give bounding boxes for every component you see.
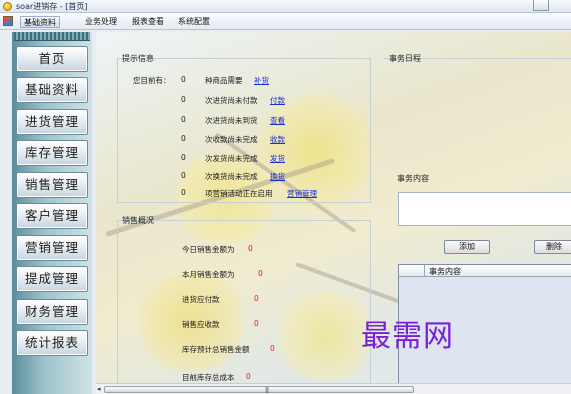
sidebar: 首页 基础资料 进货管理 库存管理 销售管理 客户管理 营销管理 提成管理 财务… — [12, 32, 92, 394]
tip-count: 0 — [181, 134, 186, 143]
sales-label: 库存预计总销售金额 — [182, 345, 250, 354]
sidebar-item-basic-data[interactable]: 基础资料 — [16, 77, 88, 103]
tips-lead-text: 您目前有： — [133, 76, 171, 85]
sidebar-item-customers[interactable]: 客户管理 — [16, 203, 88, 229]
grid-row-selector[interactable] — [399, 265, 425, 277]
sales-value: 0 — [254, 294, 259, 303]
sales-label: 目前库存总成本 — [182, 373, 235, 382]
tip-text: 项营销活动正在启用 — [205, 189, 273, 198]
tips-group-title: 提示信息 — [122, 54, 154, 63]
app-logo-icon — [3, 2, 12, 11]
tip-link-pay[interactable]: 付款 — [270, 95, 285, 106]
sidebar-item-home[interactable]: 首页 — [16, 46, 88, 72]
scroll-left-icon[interactable]: ◂ — [97, 385, 101, 393]
tip-link-collect[interactable]: 收款 — [270, 134, 285, 145]
sidebar-item-purchase[interactable]: 进货管理 — [16, 109, 88, 135]
tip-count: 0 — [181, 188, 186, 197]
sales-label: 进货应付款 — [182, 295, 220, 304]
tip-text: 次进货尚未到货 — [205, 116, 258, 125]
tip-text: 次发货尚未完成 — [205, 154, 258, 163]
scrollbar-thumb[interactable]: ||| — [104, 386, 414, 394]
sidebar-top-strip — [14, 32, 90, 41]
sidebar-item-inventory[interactable]: 库存管理 — [16, 140, 88, 166]
sales-label: 本月销售金额为 — [182, 270, 235, 279]
sales-group-box — [117, 220, 371, 385]
horizontal-scrollbar[interactable]: ◂ ||| — [96, 383, 571, 394]
tip-count: 0 — [181, 95, 186, 104]
sales-group-title: 销售概况 — [122, 216, 154, 225]
menu-reports[interactable]: 报表查看 — [129, 16, 167, 28]
add-event-button[interactable]: 添加 — [444, 240, 490, 254]
events-grid-header: 事务内容 — [399, 265, 571, 277]
delete-event-button[interactable]: 删除 — [534, 240, 571, 254]
title-bar: soar进销存 - [首页] — [0, 0, 571, 13]
tip-link-marketing[interactable]: 营销管理 — [287, 188, 317, 199]
sales-value: 0 — [254, 319, 259, 328]
tip-text: 种商品需要 — [205, 76, 243, 85]
sidebar-item-statistics[interactable]: 统计报表 — [16, 330, 88, 356]
tip-link-view[interactable]: 查看 — [270, 115, 285, 126]
tip-count: 0 — [181, 75, 186, 84]
main-panel: 提示信息 您目前有： 0 种商品需要 补货 0 次进货尚未付款 付款 0 次进货… — [96, 32, 571, 394]
tip-link-ship[interactable]: 发货 — [270, 153, 285, 164]
app-menu-icon[interactable] — [3, 16, 13, 26]
tip-text: 次收款尚未完成 — [205, 135, 258, 144]
window-title: soar进销存 - [首页] — [16, 2, 88, 11]
tip-count: 0 — [181, 115, 186, 124]
sales-label: 销售应收款 — [182, 320, 220, 329]
event-content-input[interactable] — [398, 192, 571, 226]
grid-column-header[interactable]: 事务内容 — [429, 266, 461, 277]
menu-basic-data[interactable]: 基础资料 — [20, 16, 60, 28]
sales-value: 0 — [248, 244, 253, 253]
tip-link-exchange[interactable]: 换货 — [270, 171, 285, 182]
sales-value: 0 — [246, 372, 251, 381]
tip-count: 0 — [181, 153, 186, 162]
sidebar-item-commission[interactable]: 提成管理 — [16, 266, 88, 292]
events-group-title: 事务日程 — [389, 54, 421, 63]
sidebar-item-finance[interactable]: 财务管理 — [16, 299, 88, 325]
menu-business[interactable]: 业务处理 — [82, 16, 120, 28]
sidebar-item-sales[interactable]: 销售管理 — [16, 172, 88, 198]
tip-text: 次换货尚未完成 — [205, 172, 258, 181]
sales-label: 今日销售金额为 — [182, 245, 235, 254]
tip-link-restock[interactable]: 补货 — [254, 75, 269, 86]
scrollbar-grip-icon: ||| — [265, 387, 269, 394]
sidebar-item-marketing[interactable]: 营销管理 — [16, 235, 88, 261]
minimize-button[interactable] — [533, 0, 549, 11]
tip-text: 次进货尚未付款 — [205, 96, 258, 105]
sales-value: 0 — [270, 344, 275, 353]
sales-value: 0 — [258, 269, 263, 278]
tip-count: 0 — [181, 171, 186, 180]
menu-bar: 基础资料 业务处理 报表查看 系统配置 — [0, 13, 571, 30]
watermark-logo: 最需网 — [361, 319, 454, 354]
event-content-label: 事务内容 — [397, 174, 429, 183]
menu-system-config[interactable]: 系统配置 — [175, 16, 213, 28]
